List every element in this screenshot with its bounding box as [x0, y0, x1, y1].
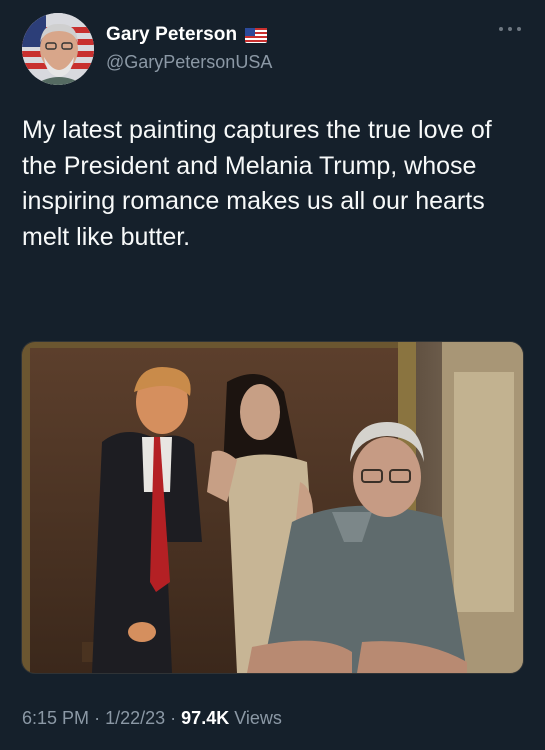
views-label: Views [234, 708, 282, 728]
meta-separator: · [170, 708, 177, 728]
more-options-icon[interactable] [499, 22, 521, 36]
tweet-time[interactable]: 6:15 PM [22, 708, 89, 729]
avatar[interactable] [22, 13, 94, 85]
tweet-meta: 6:15 PM · 1/22/23 · 97.4K Views [22, 708, 282, 729]
us-flag-icon [245, 27, 268, 43]
meta-separator: · [94, 708, 101, 728]
tweet-image[interactable] [21, 341, 524, 674]
views-count[interactable]: 97.4K [181, 708, 229, 729]
user-info: Gary Peterson @GaryPetersonUSA [106, 24, 272, 73]
tweet-date[interactable]: 1/22/23 [105, 708, 165, 729]
display-name[interactable]: Gary Peterson [106, 24, 237, 46]
tweet-text: My latest painting captures the true lov… [22, 116, 492, 251]
avatar-image [22, 13, 94, 85]
tweet-header: Gary Peterson @GaryPetersonUSA [22, 13, 527, 85]
user-handle[interactable]: @GaryPetersonUSA [106, 52, 272, 73]
painting-photo [22, 342, 523, 673]
